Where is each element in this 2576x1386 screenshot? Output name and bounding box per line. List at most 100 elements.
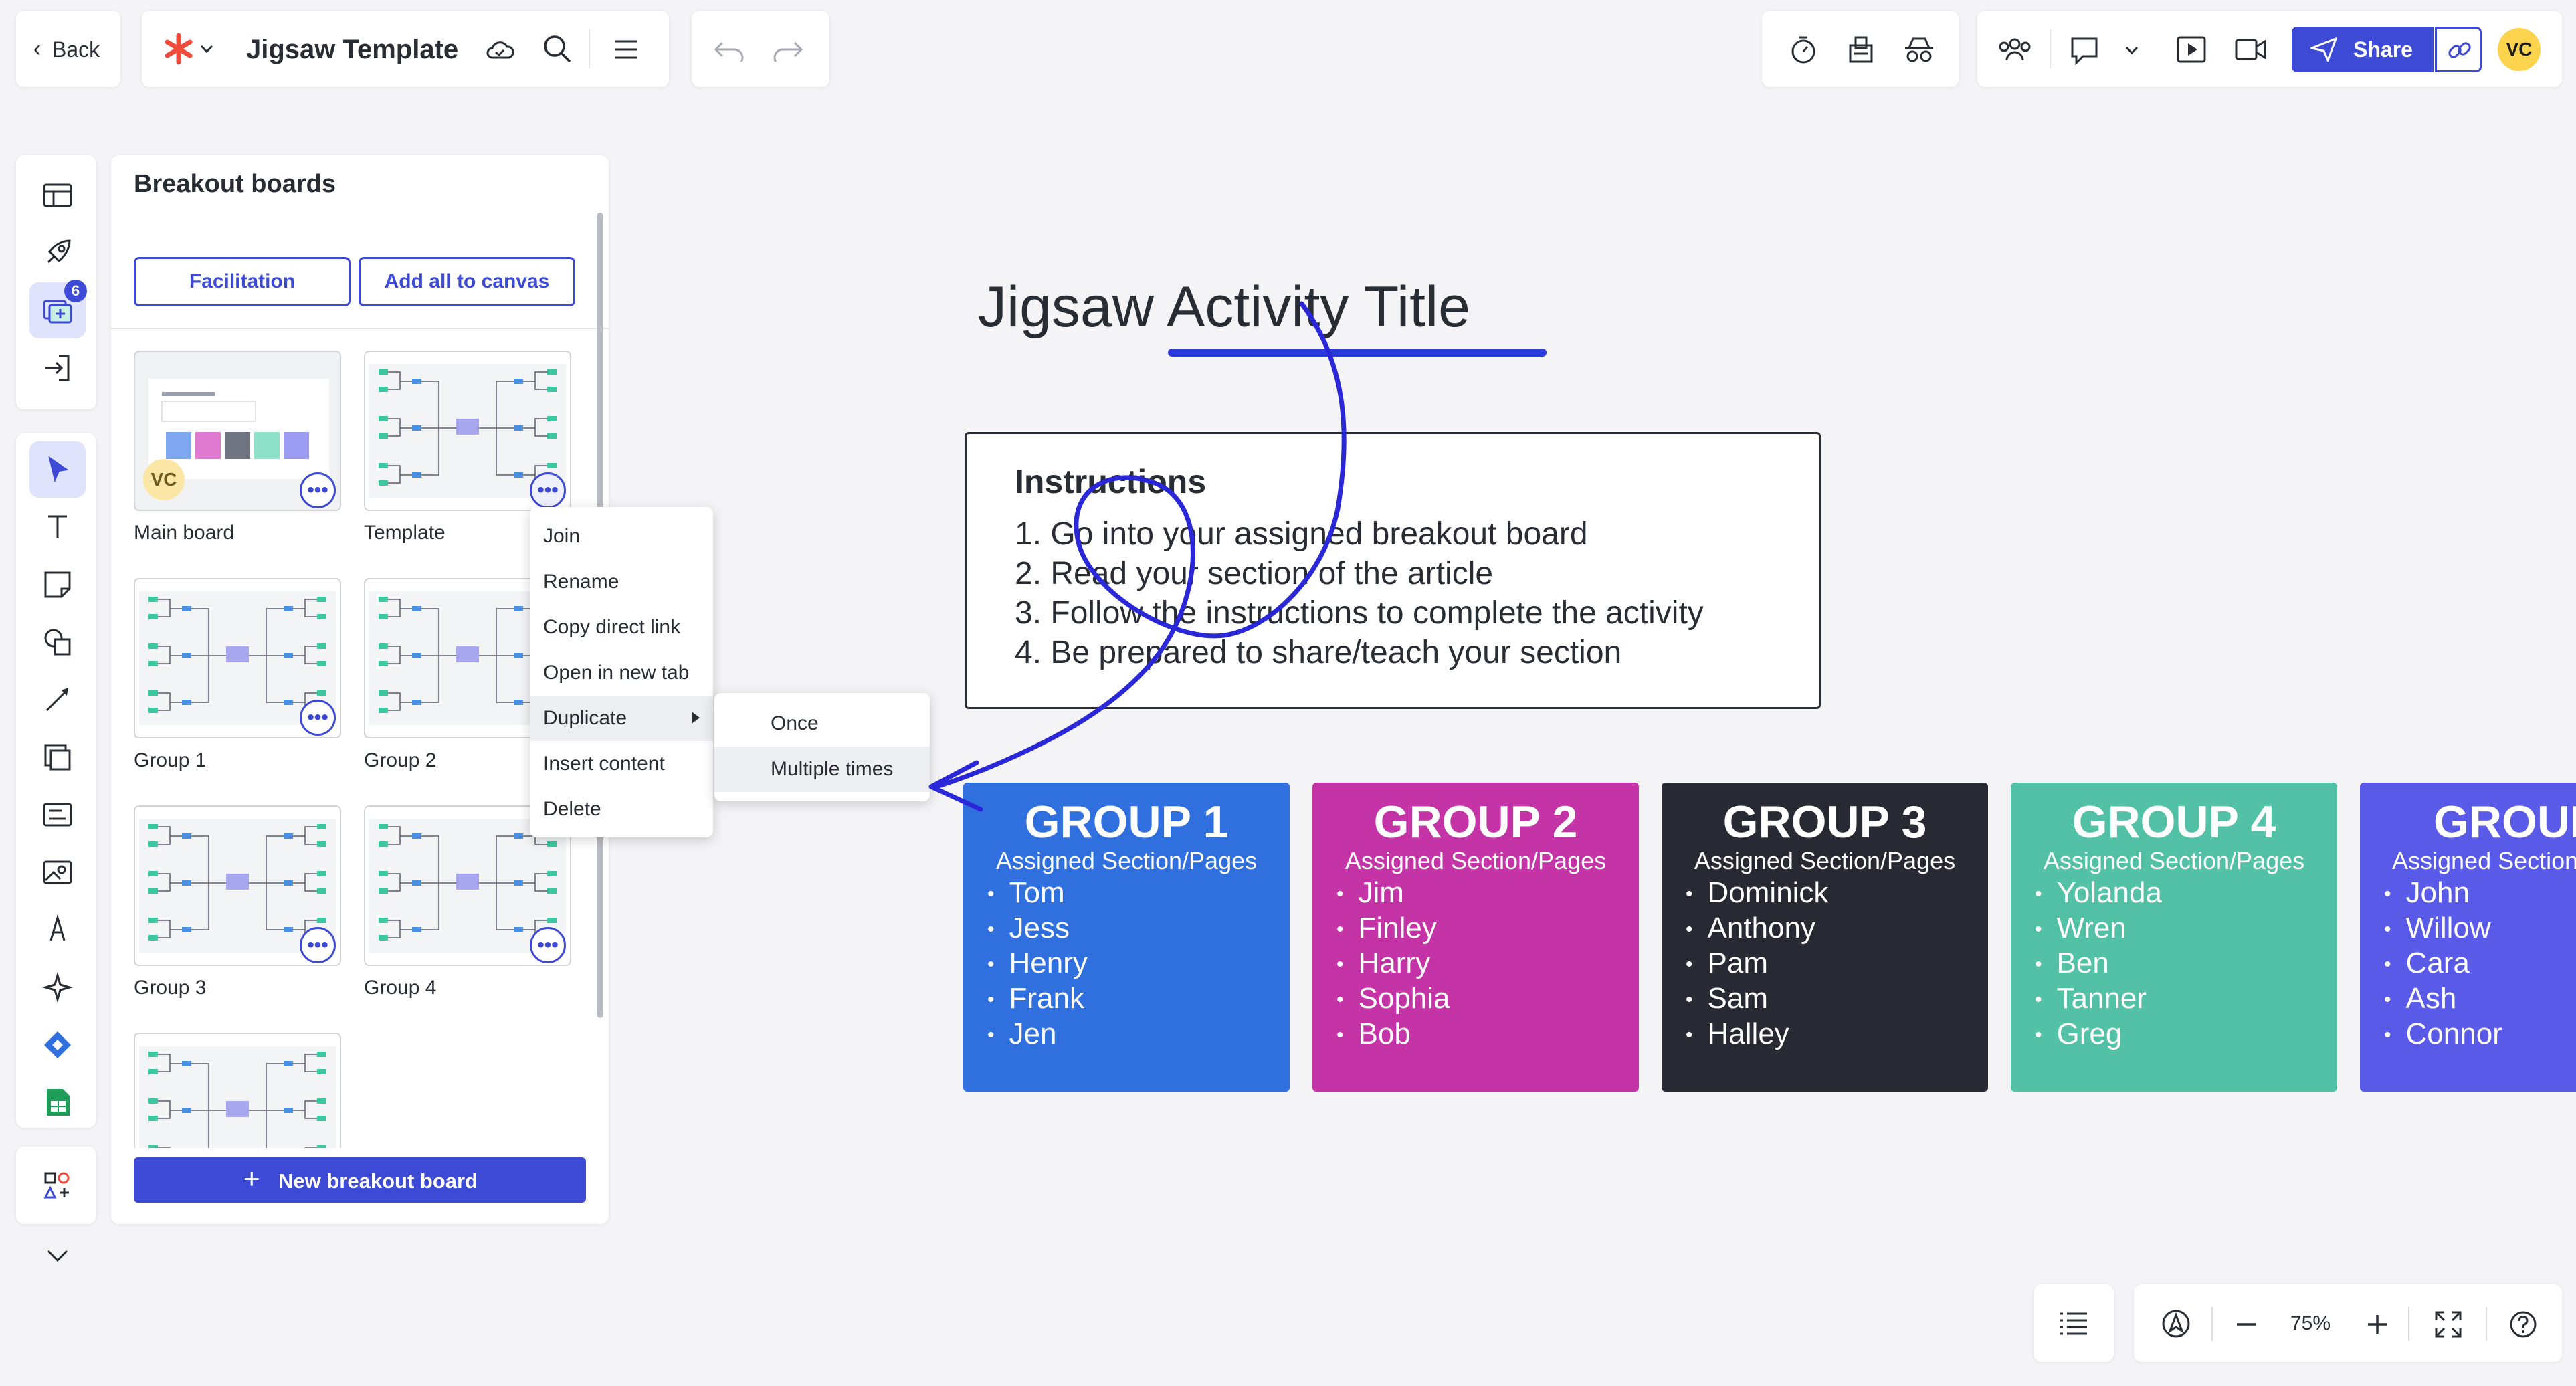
image-icon[interactable] [29, 844, 86, 900]
select-tool-icon[interactable] [29, 441, 86, 498]
pen-tool-icon[interactable] [29, 902, 86, 958]
redo-icon[interactable] [772, 37, 804, 62]
ai-sparkle-icon[interactable] [29, 959, 86, 1015]
chevron-down-icon[interactable] [2123, 41, 2141, 59]
zoom-level[interactable]: 75% [2290, 1312, 2331, 1335]
incognito-icon[interactable] [1902, 33, 1936, 66]
undo-icon[interactable] [713, 37, 745, 62]
menu-item-rename[interactable]: Rename [530, 559, 713, 605]
menu-item-open-new-tab[interactable]: Open in new tab [530, 650, 713, 696]
member-name: Jen [987, 1017, 1088, 1053]
zoom-out-icon[interactable] [2234, 1312, 2258, 1336]
fit-to-screen-icon[interactable] [2434, 1310, 2463, 1339]
menu-item-duplicate[interactable]: Duplicate [530, 696, 713, 741]
rocket-icon[interactable] [29, 225, 86, 281]
group-card-5[interactable]: GROUP Assigned Section John Willow Cara … [2360, 783, 2576, 1092]
member-name: Jess [987, 912, 1088, 947]
group-card-4[interactable]: GROUP 4 Assigned Section/Pages Yolanda W… [2011, 783, 2337, 1092]
board-label[interactable]: Group 2 [364, 749, 436, 772]
group-card-2[interactable]: GROUP 2 Assigned Section/Pages Jim Finle… [1312, 783, 1639, 1092]
comment-icon[interactable] [2068, 35, 2100, 66]
templates-icon[interactable] [29, 167, 86, 223]
member-name: Dominick [1686, 876, 1829, 912]
table-icon[interactable] [29, 787, 86, 843]
submenu-arrow-icon [692, 712, 700, 724]
line-tool-icon[interactable] [29, 672, 86, 728]
chevron-down-icon[interactable] [198, 40, 215, 58]
group-card-1[interactable]: GROUP 1 Assigned Section/Pages Tom Jess … [963, 783, 1290, 1092]
facilitation-button[interactable]: Facilitation [134, 257, 351, 306]
member-name: Cara [2384, 947, 2502, 982]
import-icon[interactable] [29, 340, 86, 396]
more-options-button[interactable]: ••• [300, 700, 336, 736]
send-icon [2310, 37, 2337, 62]
add-apps-icon[interactable] [29, 1157, 86, 1213]
member-name: Finley [1336, 912, 1450, 947]
board-label[interactable]: Group 1 [134, 749, 206, 772]
present-icon[interactable] [2175, 35, 2207, 64]
breakout-count-badge: 6 [64, 280, 87, 302]
add-all-to-canvas-button[interactable]: Add all to canvas [359, 257, 575, 306]
board-label[interactable]: Template [364, 522, 445, 544]
group-subtitle: Assigned Section/Pages [1345, 847, 1607, 874]
menu-item-insert-content[interactable]: Insert content [530, 741, 713, 787]
integration-diamond-icon[interactable] [29, 1017, 86, 1073]
submenu-item-once[interactable]: Once [714, 701, 930, 747]
video-icon[interactable] [2234, 36, 2268, 63]
member-name: Ash [2384, 982, 2502, 1017]
spreadsheet-icon[interactable] [29, 1074, 86, 1130]
member-name: Connor [2384, 1017, 2502, 1053]
chevron-left-icon: ‹ [33, 36, 41, 62]
shapes-icon[interactable] [29, 614, 86, 670]
text-tool-icon[interactable] [29, 499, 86, 555]
menu-item-copy-link[interactable]: Copy direct link [530, 605, 713, 650]
menu-item-delete[interactable]: Delete [530, 787, 713, 832]
user-avatar[interactable]: VC [2498, 28, 2541, 71]
board-label[interactable]: Main board [134, 522, 234, 544]
more-options-button[interactable]: ••• [530, 927, 566, 963]
back-button[interactable]: ‹ Back [16, 11, 120, 87]
zoom-in-icon[interactable] [2365, 1312, 2389, 1336]
outline-button[interactable] [2034, 1284, 2114, 1362]
cloud-sync-icon[interactable] [483, 33, 516, 67]
board-label[interactable]: Group 3 [134, 977, 206, 999]
member-name: Halley [1686, 1017, 1828, 1053]
member-name: Sam [1686, 982, 1828, 1017]
member-name: Pam [1686, 947, 1828, 982]
board-label[interactable]: Group 4 [364, 977, 436, 999]
help-icon[interactable] [2508, 1310, 2538, 1339]
sticky-note-icon[interactable] [29, 557, 86, 613]
more-options-button[interactable]: ••• [300, 472, 336, 508]
menu-icon[interactable] [611, 35, 641, 64]
member-name: Wren [2035, 912, 2162, 947]
activity-title[interactable]: Jigsaw Activity Title [978, 274, 1470, 340]
avatar-initials: VC [2506, 39, 2533, 60]
share-button[interactable]: Share [2292, 27, 2434, 72]
document-title[interactable]: Jigsaw Template [246, 35, 458, 65]
member-name: Frank [987, 982, 1088, 1017]
more-options-button[interactable]: ••• [530, 472, 566, 508]
menu-item-join[interactable]: Join [530, 514, 713, 559]
collaboration-toolbar: Share VC [1977, 11, 2562, 87]
toolbar-divider [2408, 1307, 2409, 1341]
group-subtitle: Assigned Section [2392, 847, 2576, 874]
search-icon[interactable] [540, 32, 574, 66]
board-avatar-initials: VC [151, 469, 177, 490]
board-thumbnail-group-5[interactable] [134, 1033, 341, 1148]
instructions-box[interactable]: Instructions 1. Go into your assigned br… [965, 432, 1821, 709]
more-options-button[interactable]: ••• [300, 927, 336, 963]
instruction-line: 3. Follow the instructions to complete t… [1015, 595, 1704, 631]
frame-icon[interactable] [29, 729, 86, 785]
collaborators-icon[interactable] [1996, 33, 2034, 66]
timer-icon[interactable] [1787, 33, 1819, 66]
copy-link-button[interactable] [2435, 27, 2482, 72]
app-logo-icon[interactable] [162, 32, 195, 66]
navigate-icon[interactable] [2161, 1308, 2191, 1339]
group-card-3[interactable]: GROUP 3 Assigned Section/Pages Dominick … [1662, 783, 1988, 1092]
group-subtitle: Assigned Section/Pages [2043, 847, 2305, 874]
new-breakout-board-button[interactable]: + New breakout board [134, 1157, 586, 1203]
collapse-rail-icon[interactable] [29, 1227, 86, 1283]
voting-icon[interactable] [1845, 33, 1877, 66]
submenu-item-multiple-times[interactable]: Multiple times [714, 747, 930, 792]
toolbar-divider [2050, 29, 2051, 68]
